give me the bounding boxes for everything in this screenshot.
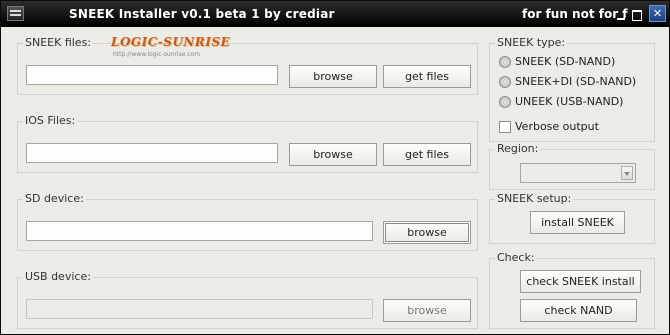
sneek-type-label: SNEEK type: [495,36,568,49]
logic-sunrise-logo: LOGIC-SUNRISE http://www.logic-sunrise.c… [111,35,230,61]
sneek-setup-label: SNEEK setup: [495,192,574,205]
usb-device-input[interactable] [26,299,373,319]
sneek-di-sd-nand-radio[interactable] [499,76,511,88]
region-select[interactable] [520,163,636,183]
title-bar[interactable]: SNEEK Installer v0.1 beta 1 by crediar f… [1,1,669,27]
sd-device-label: SD device: [23,192,86,205]
sneek-files-label: SNEEK files: [23,36,94,49]
minimize-icon[interactable] [617,8,625,20]
ios-files-browse-button[interactable]: browse [289,143,377,166]
installer-window: SNEEK Installer v0.1 beta 1 by crediar f… [0,0,670,335]
logo-text: LOGIC-SUNRISE [111,35,231,49]
uneek-usb-nand-radio[interactable] [499,96,511,108]
usb-device-label: USB device: [23,270,93,283]
region-label: Region: [495,142,541,155]
check-sneek-install-button[interactable]: check SNEEK install [520,270,641,293]
sneek-sd-nand-label[interactable]: SNEEK (SD-NAND) [515,55,615,68]
sd-device-browse-button[interactable]: browse [383,221,471,244]
maximize-icon[interactable] [632,10,642,21]
verbose-output-checkbox[interactable] [499,121,511,133]
window-title: SNEEK Installer v0.1 beta 1 by crediar [69,7,335,21]
window-title-tail: for fun not for f [522,7,628,21]
check-nand-button[interactable]: check NAND [520,299,637,322]
ios-files-label: IOS Files: [23,114,78,127]
app-icon[interactable] [7,6,24,21]
verbose-output-label[interactable]: Verbose output [515,120,599,133]
sneek-files-input[interactable] [26,65,278,85]
sd-device-input[interactable] [26,221,373,241]
sneek-files-get-files-button[interactable]: get files [383,65,471,88]
sneek-di-sd-nand-label[interactable]: SNEEK+DI (SD-NAND) [515,75,636,88]
uneek-usb-nand-label[interactable]: UNEEK (USB-NAND) [515,95,623,108]
sneek-sd-nand-radio[interactable] [499,56,511,68]
sneek-files-browse-button[interactable]: browse [289,65,377,88]
logo-url: http://www.logic-sunrise.com [113,51,201,58]
ios-files-get-files-button[interactable]: get files [383,143,471,166]
chevron-down-icon[interactable] [621,166,633,180]
ios-files-input[interactable] [26,143,278,163]
check-label: Check: [495,251,537,264]
install-sneek-button[interactable]: install SNEEK [530,211,625,234]
close-icon[interactable]: ✕ [649,5,666,22]
usb-device-browse-button[interactable]: browse [383,299,471,322]
